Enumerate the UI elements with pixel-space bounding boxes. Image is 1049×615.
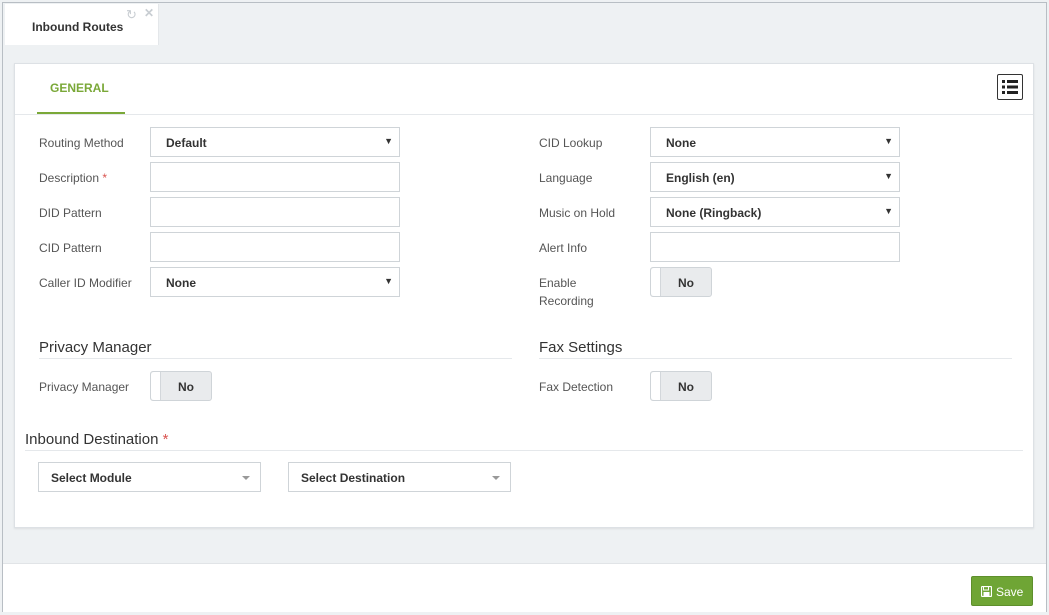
toggle-knob xyxy=(651,268,661,296)
dropdown-arrow-icon: ▼ xyxy=(384,276,393,286)
floppy-disk-icon xyxy=(981,586,992,597)
description-label: Description * xyxy=(39,171,108,185)
alert-info-input[interactable] xyxy=(650,232,900,262)
refresh-icon[interactable]: ↻ xyxy=(126,7,137,23)
tab-general[interactable]: GENERAL xyxy=(37,64,125,114)
enable-recording-value: No xyxy=(678,276,694,290)
divider xyxy=(539,358,1012,359)
alert-info-label: Alert Info xyxy=(539,241,588,255)
select-destination-value: Select Destination xyxy=(301,471,406,485)
language-select[interactable]: English (en) ▼ xyxy=(650,162,900,192)
description-input[interactable] xyxy=(150,162,400,192)
tab-bar: Inbound Routes ↻ ✕ xyxy=(3,3,1046,45)
dropdown-arrow-icon: ▼ xyxy=(384,136,393,146)
fax-detection-toggle[interactable]: No xyxy=(650,371,712,401)
form-panel: GENERAL Routing Method Default ▼ Descrip… xyxy=(14,63,1034,528)
caller-id-modifier-select[interactable]: None ▼ xyxy=(150,267,400,297)
fax-settings-heading: Fax Settings xyxy=(539,339,623,356)
tab-inbound-routes[interactable]: Inbound Routes ↻ ✕ xyxy=(5,4,159,45)
cid-lookup-value: None xyxy=(666,136,696,150)
routing-method-label: Routing Method xyxy=(39,136,124,150)
routing-method-select[interactable]: Default ▼ xyxy=(150,127,400,157)
toggle-knob xyxy=(151,372,161,400)
did-pattern-label: DID Pattern xyxy=(39,206,102,220)
enable-recording-toggle[interactable]: No xyxy=(650,267,712,297)
app-frame: Inbound Routes ↻ ✕ GENERAL Routing Metho… xyxy=(2,2,1047,612)
select-module-value: Select Module xyxy=(51,471,132,485)
enable-recording-label: Enable Recording xyxy=(539,276,594,308)
music-on-hold-label: Music on Hold xyxy=(539,206,616,220)
tab-general-label: GENERAL xyxy=(50,81,109,95)
caller-id-modifier-label: Caller ID Modifier xyxy=(39,276,132,290)
close-icon[interactable]: ✕ xyxy=(144,6,154,20)
fax-detection-label: Fax Detection xyxy=(539,380,614,394)
did-pattern-input[interactable] xyxy=(150,197,400,227)
caller-id-modifier-value: None xyxy=(166,276,196,290)
dropdown-arrow-icon: ▼ xyxy=(884,136,893,146)
tab-title: Inbound Routes xyxy=(32,20,124,34)
cid-lookup-label: CID Lookup xyxy=(539,136,603,150)
panel-tabs: GENERAL xyxy=(15,64,1033,115)
music-on-hold-value: None (Ringback) xyxy=(666,206,762,220)
fax-detection-value: No xyxy=(678,380,694,394)
required-marker: * xyxy=(102,171,108,185)
cid-lookup-select[interactable]: None ▼ xyxy=(650,127,900,157)
routing-method-value: Default xyxy=(166,136,207,150)
privacy-manager-value: No xyxy=(178,380,194,394)
required-marker: * xyxy=(162,431,169,448)
save-button-label: Save xyxy=(996,585,1024,599)
select-destination-dropdown[interactable]: Select Destination xyxy=(288,462,511,492)
language-value: English (en) xyxy=(666,171,735,185)
privacy-manager-label: Privacy Manager xyxy=(39,380,130,394)
toggle-knob xyxy=(651,372,661,400)
cid-pattern-input[interactable] xyxy=(150,232,400,262)
dropdown-arrow-icon: ▼ xyxy=(884,206,893,216)
select-module-dropdown[interactable]: Select Module xyxy=(38,462,261,492)
divider xyxy=(25,450,1023,451)
divider xyxy=(39,358,512,359)
list-icon xyxy=(1002,80,1018,94)
footer-bar: Save xyxy=(3,563,1046,612)
dropdown-arrow-icon: ▼ xyxy=(884,171,893,181)
caret-down-icon xyxy=(242,476,250,480)
save-button[interactable]: Save xyxy=(971,576,1033,606)
music-on-hold-select[interactable]: None (Ringback) ▼ xyxy=(650,197,900,227)
privacy-manager-toggle[interactable]: No xyxy=(150,371,212,401)
list-view-button[interactable] xyxy=(997,74,1023,100)
cid-pattern-label: CID Pattern xyxy=(39,241,102,255)
language-label: Language xyxy=(539,171,593,185)
caret-down-icon xyxy=(492,476,500,480)
inbound-destination-heading: Inbound Destination * xyxy=(25,431,169,448)
privacy-manager-heading: Privacy Manager xyxy=(39,339,152,356)
